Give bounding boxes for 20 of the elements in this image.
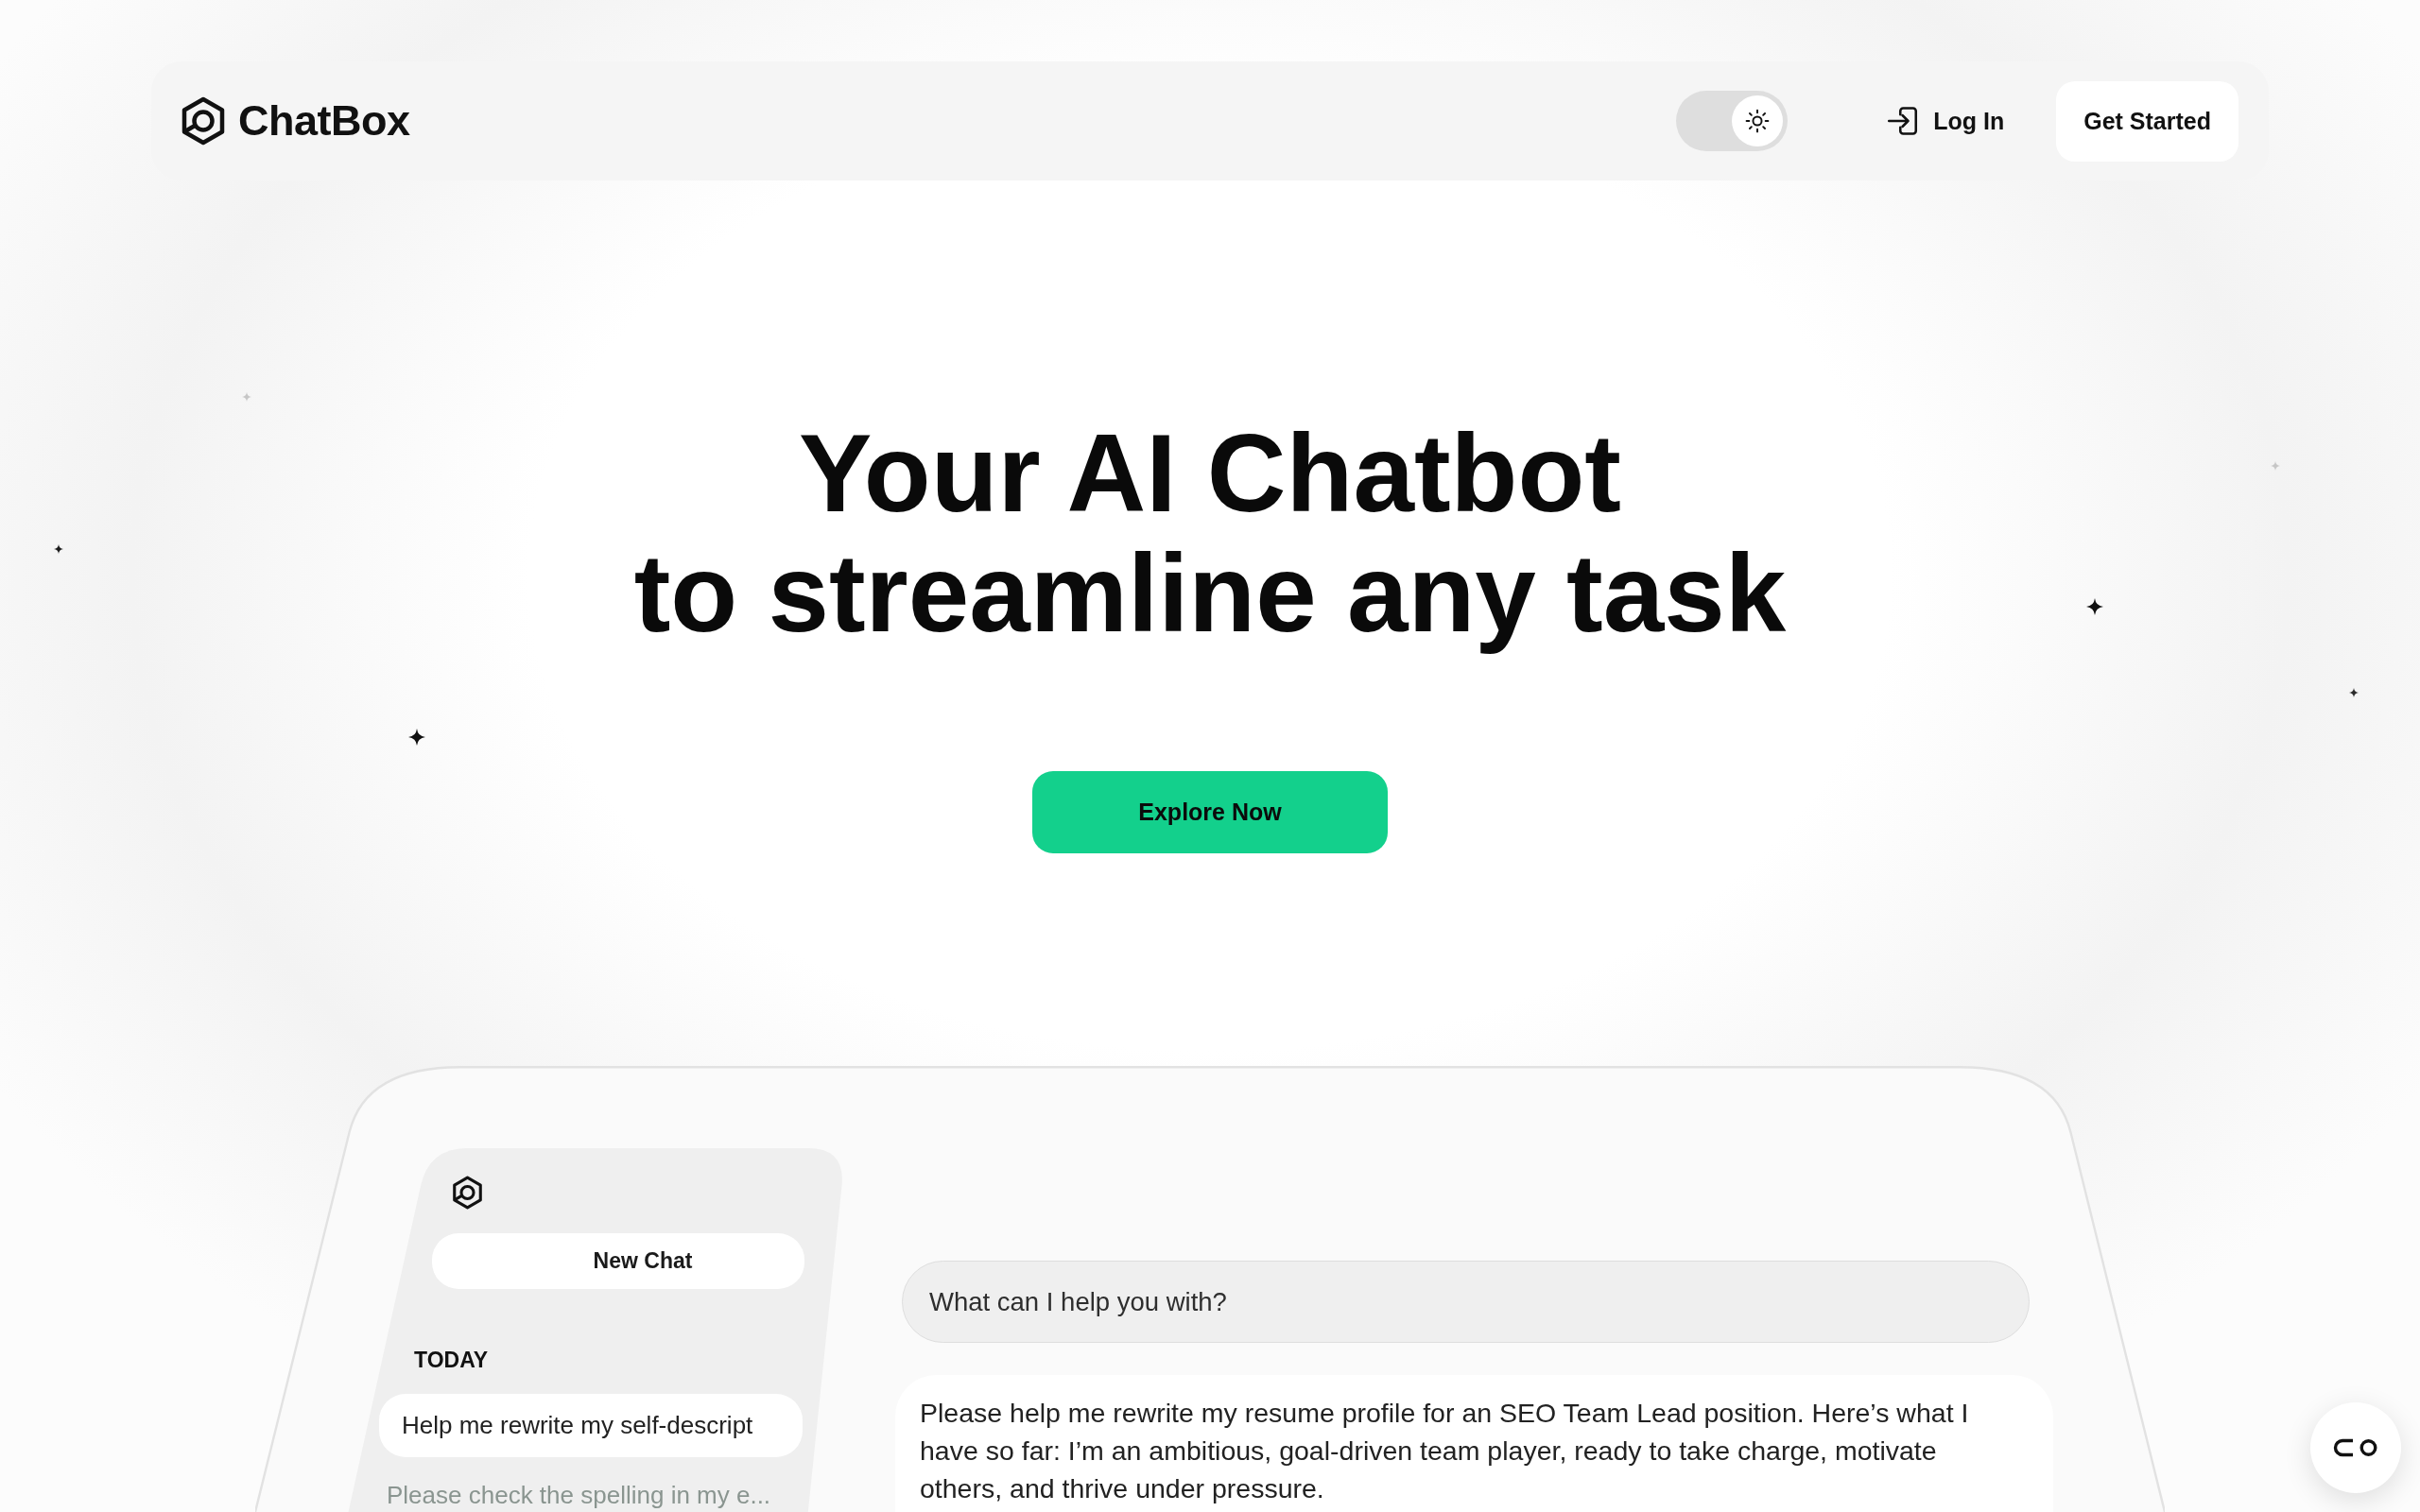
brand-name: ChatBox [238,96,410,146]
sparkle-icon [2271,461,2280,471]
hexagon-logo-icon [452,1176,483,1210]
explore-now-button[interactable]: Explore Now [1032,771,1388,853]
chat-history-item[interactable]: Help me rewrite my self-descript [379,1394,803,1457]
sparkle-icon [54,544,63,554]
message-text: Please help me rewrite my resume profile for an SEO Team Lead position. Here’s what I have so far: I’m an ambitious, goal-driven team player, ready to take charge, motivate others, and thrive under pressure. [920,1397,1970,1505]
login-link[interactable]: Log In [1887,104,2005,138]
get-started-button[interactable]: Get Started [2056,80,2238,162]
section-label: TODAY [414,1347,488,1373]
sparkle-icon [242,392,251,402]
hexagon-logo-icon [181,96,226,146]
new-chat-button[interactable]: New Chat [432,1233,804,1289]
hero-headline: Your AI Chatbot to streamline any task [633,414,1787,654]
sparkle-icon [408,729,425,746]
sparkle-icon [2086,598,2103,615]
sparkle-icon [2349,688,2359,697]
sun-icon [1745,109,1771,133]
rings-icon [2333,1438,2378,1457]
prompt-input[interactable]: What can I help you with? [902,1261,2030,1343]
